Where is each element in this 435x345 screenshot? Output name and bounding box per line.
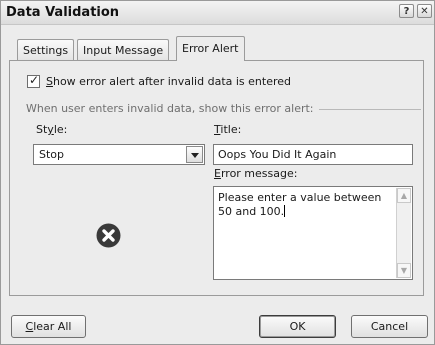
error-stop-icon	[96, 223, 121, 248]
cancel-button[interactable]: Cancel	[351, 315, 428, 338]
title-bar: Data Validation ? ✕	[1, 1, 434, 25]
title-input[interactable]: Oops You Did It Again	[213, 144, 413, 165]
error-message-textarea[interactable]: Please enter a value between 50 and 100.…	[213, 186, 413, 280]
help-icon[interactable]: ?	[399, 4, 414, 18]
checkmark-icon: ✓	[29, 73, 40, 87]
close-icon[interactable]: ✕	[417, 4, 432, 18]
style-label: Style:	[36, 123, 68, 136]
tab-error-alert[interactable]: Error Alert	[176, 36, 245, 61]
show-error-alert-label[interactable]: Show error alert after invalid data is e…	[46, 75, 291, 88]
dialog-title: Data Validation	[6, 5, 120, 20]
group-label: When user enters invalid data, show this…	[26, 102, 314, 115]
data-validation-dialog: Data Validation ? ✕ Settings Input Messa…	[0, 0, 435, 345]
show-error-alert-checkbox[interactable]: ✓	[27, 73, 40, 88]
error-message-label: Error message:	[214, 167, 298, 180]
group-divider	[319, 109, 421, 110]
title-input-value: Oops You Did It Again	[218, 148, 337, 161]
chevron-down-icon[interactable]	[186, 146, 203, 163]
clear-all-button[interactable]: Clear All	[11, 315, 86, 338]
scroll-up-icon[interactable]: ▲	[397, 188, 411, 203]
error-message-text: Please enter a value between 50 and 100.	[218, 191, 382, 218]
ok-button[interactable]: OK	[259, 315, 336, 338]
title-label: Title:	[214, 123, 242, 136]
scroll-down-icon[interactable]: ▼	[397, 263, 411, 278]
vertical-scrollbar[interactable]: ▲ ▼	[396, 188, 411, 278]
style-select-value: Stop	[39, 148, 65, 161]
style-select[interactable]: Stop	[33, 144, 205, 165]
tab-settings[interactable]: Settings	[17, 39, 75, 60]
tab-input-message[interactable]: Input Message	[77, 39, 170, 60]
text-caret	[284, 205, 286, 217]
